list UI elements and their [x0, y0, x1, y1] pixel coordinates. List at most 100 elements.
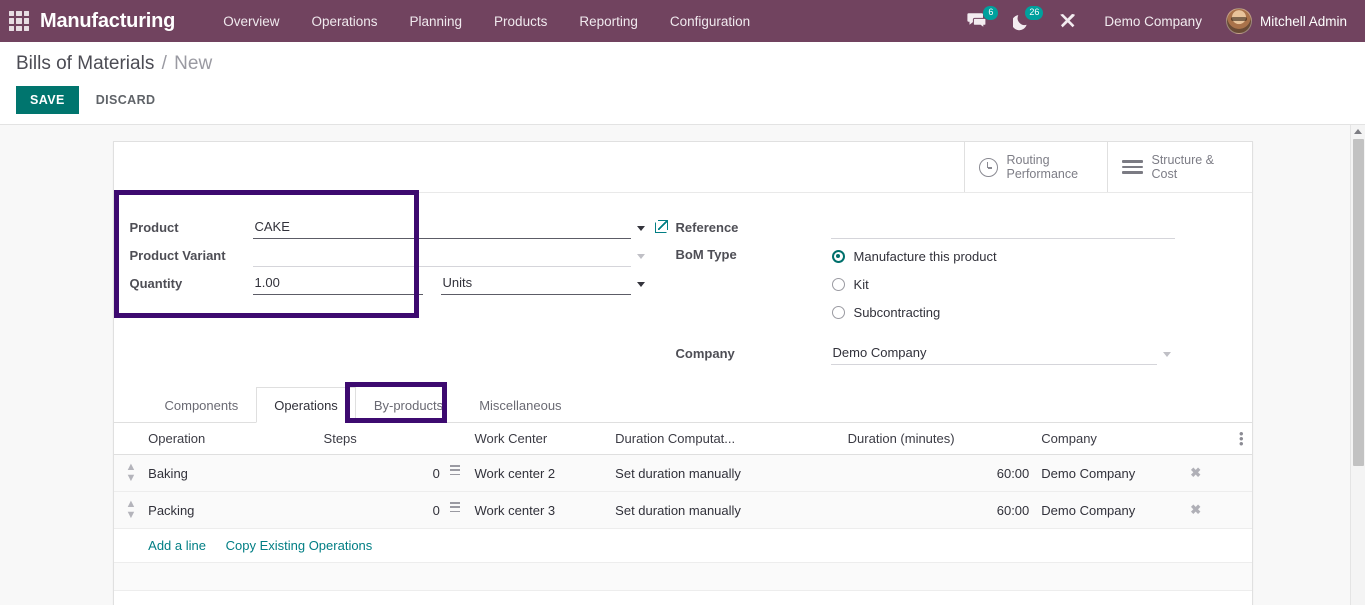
table-row[interactable]: ▲ ▼ Baking 0 Work center 2 Set duration m… [113, 454, 1252, 492]
remove-row-icon[interactable]: ✖ [1190, 502, 1201, 517]
cell-duration-computation[interactable]: Set duration manually [615, 491, 848, 529]
th-operation[interactable]: Operation [148, 423, 324, 455]
product-dropdown-caret[interactable] [636, 226, 645, 231]
table-row[interactable]: ▲ ▼ Packing 0 Work center 3 Set duration … [113, 491, 1252, 529]
bom-type-option-kit[interactable]: Kit [831, 270, 1252, 298]
totals-row: 120:00 [113, 590, 1252, 605]
messages-button[interactable]: 6 [954, 0, 1000, 42]
th-duration-minutes[interactable]: Duration (minutes) [847, 423, 1036, 455]
reference-label: Reference [675, 220, 739, 235]
menu-item-operations[interactable]: Operations [295, 3, 393, 40]
radio-subcontracting[interactable] [831, 305, 845, 319]
company-input[interactable] [830, 344, 1157, 365]
reference-field-wrap [830, 218, 1252, 239]
cell-operation[interactable]: Baking [148, 454, 324, 492]
sheet-wrapper: Routing Performance Structure & Cost Pro… [0, 125, 1365, 605]
radio-manufacture[interactable] [831, 249, 845, 263]
product-variant-label: Product Variant [129, 248, 226, 263]
cell-steps-icon[interactable] [445, 491, 475, 529]
tab-by-products[interactable]: By-products [356, 387, 461, 423]
bom-type-option-manufacture[interactable]: Manufacture this product [831, 242, 1252, 270]
bom-type-option-subcontracting[interactable]: Subcontracting [831, 298, 1252, 326]
th-handle [113, 423, 149, 455]
product-variant-dropdown-caret[interactable] [636, 254, 645, 259]
field-row-product-variant: Product Variant [130, 239, 668, 267]
product-field-wrap [252, 218, 668, 239]
tab-operations[interactable]: Operations [256, 387, 356, 423]
add-a-line-link[interactable]: Add a line [148, 538, 206, 553]
routing-performance-button[interactable]: Routing Performance [963, 142, 1107, 192]
menu-item-reporting[interactable]: Reporting [563, 3, 654, 40]
cell-duration-computation[interactable]: Set duration manually [615, 454, 848, 492]
uom-input[interactable] [440, 274, 631, 295]
discard-button[interactable]: DISCARD [83, 86, 169, 114]
cell-steps[interactable]: 0 [323, 454, 446, 492]
notebook: Components Operations By-products Miscel… [113, 371, 1252, 605]
form-sheet: Routing Performance Structure & Cost Pro… [112, 141, 1253, 605]
tab-miscellaneous[interactable]: Miscellaneous [461, 387, 579, 423]
cell-duration-minutes[interactable]: 60:00 [847, 454, 1036, 492]
bom-type-radio-group: Manufacture this product Kit Subcontract… [831, 242, 1252, 326]
quantity-field-wrap [252, 274, 668, 295]
column-options-icon[interactable]: • • • [1190, 427, 1245, 450]
menu-item-configuration[interactable]: Configuration [654, 3, 766, 40]
scrollbar-thumb[interactable] [1353, 139, 1364, 466]
row-drag-handle[interactable]: ▲ ▼ [113, 454, 149, 492]
total-duration-minutes: 120:00 [847, 590, 1036, 605]
menu-item-overview[interactable]: Overview [207, 3, 295, 40]
cell-company[interactable]: Demo Company [1035, 454, 1191, 492]
cell-work-center[interactable]: Work center 3 [474, 491, 616, 529]
control-panel: Bills of Materials / New SAVE DISCARD [0, 42, 1365, 125]
uom-dropdown-caret[interactable] [636, 282, 645, 287]
company-switcher[interactable]: Demo Company [1090, 14, 1216, 29]
user-menu[interactable]: Mitchell Admin [1216, 8, 1351, 34]
cell-work-center[interactable]: Work center 2 [474, 454, 616, 492]
cell-steps-icon[interactable] [445, 454, 475, 492]
cell-steps[interactable]: 0 [323, 491, 446, 529]
reference-input[interactable] [830, 218, 1175, 239]
cell-delete[interactable]: ✖ [1190, 491, 1252, 529]
save-button[interactable]: SAVE [16, 85, 79, 114]
radio-kit[interactable] [831, 277, 845, 291]
product-variant-input[interactable] [252, 246, 631, 267]
main-menu: Overview Operations Planning Products Re… [207, 3, 766, 40]
user-name: Mitchell Admin [1259, 13, 1347, 29]
list-icon[interactable] [446, 465, 460, 477]
company-dropdown-caret[interactable] [1162, 352, 1171, 357]
copy-existing-operations-link[interactable]: Copy Existing Operations [226, 538, 373, 553]
radio-manufacture-label: Manufacture this product [853, 248, 997, 264]
th-company[interactable]: Company [1035, 423, 1191, 455]
activities-button[interactable]: 26 [1000, 0, 1045, 42]
cell-company[interactable]: Demo Company [1035, 491, 1191, 529]
clock-icon [978, 157, 998, 177]
apps-grid-icon[interactable] [8, 10, 30, 32]
scroll-up-arrow-icon[interactable] [1354, 129, 1362, 134]
add-line-row: Add a line Copy Existing Operations [113, 528, 1252, 563]
product-external-link-icon[interactable] [654, 220, 668, 233]
stat-button-box: Routing Performance Structure & Cost [113, 142, 1252, 193]
menu-item-products[interactable]: Products [478, 3, 563, 40]
radio-kit-label: Kit [853, 276, 869, 292]
vertical-scrollbar[interactable] [1350, 125, 1365, 605]
breadcrumb-current: New [174, 53, 213, 74]
th-work-center[interactable]: Work Center [474, 423, 616, 455]
bom-type-label: BoM Type [675, 247, 737, 262]
th-duration-computation[interactable]: Duration Computat... [615, 423, 848, 455]
app-brand-title[interactable]: Manufacturing [40, 10, 175, 33]
quantity-input[interactable] [252, 274, 423, 295]
cell-operation[interactable]: Packing [148, 491, 324, 529]
structure-and-cost-label: Structure & Cost [1151, 153, 1215, 181]
tab-components[interactable]: Components [147, 387, 257, 423]
th-steps[interactable]: Steps [323, 423, 446, 455]
structure-and-cost-button[interactable]: Structure & Cost [1106, 142, 1252, 192]
cell-delete[interactable]: ✖ [1190, 454, 1252, 492]
cell-duration-minutes[interactable]: 60:00 [847, 491, 1036, 529]
product-input[interactable] [252, 218, 631, 239]
company-field-wrap [830, 344, 1252, 365]
breadcrumb-root[interactable]: Bills of Materials [16, 53, 154, 74]
row-drag-handle[interactable]: ▲ ▼ [113, 491, 149, 529]
remove-row-icon[interactable]: ✖ [1190, 465, 1201, 480]
list-icon[interactable] [446, 502, 460, 514]
wrench-icon[interactable] [1045, 0, 1090, 42]
menu-item-planning[interactable]: Planning [394, 3, 479, 40]
